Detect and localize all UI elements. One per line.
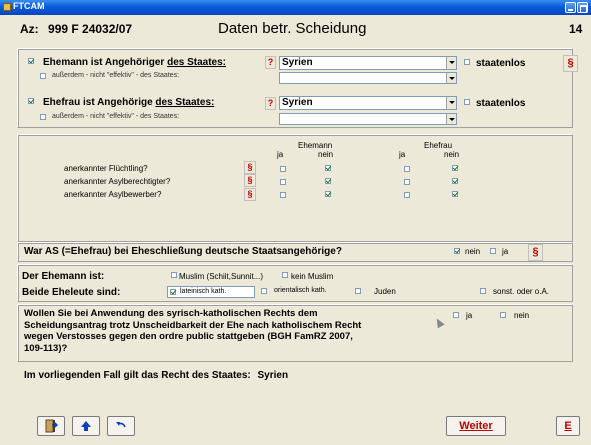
latin-catholic-checkbox[interactable]	[170, 289, 176, 295]
status-row-label: anerkannter Asylbewerber?	[64, 190, 162, 199]
wife-stateless-label: staatenlos	[476, 98, 526, 109]
chevron-down-icon[interactable]	[446, 73, 456, 83]
wife-nationality-value: Syrien	[282, 97, 313, 108]
latin-catholic-label: lateinisch kath.	[180, 288, 227, 295]
exit-door-icon	[45, 419, 58, 433]
wife-no-checkbox[interactable]	[452, 191, 458, 197]
muslim-label: Muslim (Schiit,Sunnit...)	[179, 272, 264, 281]
husband-extra-label: außerdem - nicht "effektiv" - des Staate…	[52, 72, 180, 79]
end-button-label: E	[564, 420, 572, 432]
husband-extra-combo[interactable]	[279, 72, 457, 84]
german-no-checkbox[interactable]	[454, 248, 460, 254]
status-row-label: anerkannter Flüchtling?	[64, 164, 148, 173]
husband-help-button[interactable]: ?	[265, 56, 276, 69]
husband-no-checkbox[interactable]	[325, 191, 331, 197]
husband-stateless-checkbox[interactable]	[464, 59, 470, 65]
husband-yes-checkbox[interactable]	[280, 166, 286, 172]
app-icon	[3, 3, 11, 11]
chevron-down-icon[interactable]	[446, 114, 456, 124]
next-button[interactable]: Weiter	[446, 416, 506, 436]
husband-yes-checkbox[interactable]	[280, 192, 286, 198]
chevron-down-icon[interactable]	[446, 97, 456, 109]
applicable-law: Im vorliegenden Fall gilt das Recht des …	[24, 370, 289, 381]
case-number: Az: 999 F 24032/07	[20, 22, 132, 36]
end-button[interactable]: E	[556, 416, 580, 436]
not-muslim-checkbox[interactable]	[282, 272, 288, 278]
jewish-checkbox[interactable]	[355, 288, 361, 294]
german-yes-checkbox[interactable]	[490, 248, 496, 254]
page-title: Daten betr. Scheidung	[218, 20, 367, 37]
both-religion-label: Beide Eheleute sind:	[22, 287, 121, 298]
wife-checkbox[interactable]	[28, 98, 34, 104]
page-number: 14	[569, 22, 583, 36]
refugee-status-panel	[17, 134, 573, 242]
wife-stateless-checkbox[interactable]	[464, 99, 470, 105]
other-religion-checkbox[interactable]	[480, 288, 486, 294]
jewish-label: Juden	[374, 287, 396, 296]
undo-icon	[116, 422, 126, 428]
minimize-button[interactable]	[565, 2, 576, 13]
paragraph-icon[interactable]: §	[528, 244, 543, 261]
wife-no-checkbox[interactable]	[452, 165, 458, 171]
ordre-public-yes-label: ja	[466, 311, 473, 320]
arrow-up-icon	[81, 421, 91, 431]
ordre-public-no-label: nein	[514, 311, 530, 320]
husband-no-checkbox[interactable]	[325, 178, 331, 184]
latin-catholic-option[interactable]: lateinisch kath.	[167, 286, 255, 298]
oriental-catholic-label: orientalisch kath.	[274, 287, 327, 294]
chevron-down-icon[interactable]	[446, 57, 456, 69]
oriental-catholic-checkbox[interactable]	[261, 288, 267, 294]
muslim-checkbox[interactable]	[171, 272, 177, 278]
col-header-wife: Ehefrau	[424, 141, 453, 150]
wife-nationality-combo[interactable]: Syrien	[279, 96, 457, 110]
paragraph-icon[interactable]: §	[563, 55, 578, 72]
paragraph-icon[interactable]: §	[244, 161, 256, 174]
husband-nationality-value: Syrien	[282, 57, 313, 68]
col-husband-yes: ja	[277, 150, 284, 159]
husband-yes-checkbox[interactable]	[280, 179, 286, 185]
husband-extra-checkbox[interactable]	[40, 73, 46, 79]
husband-nationality-label: Ehemann ist Angehöriger des Staates:	[43, 57, 227, 68]
paragraph-icon[interactable]: §	[244, 188, 256, 201]
husband-religion-label: Der Ehemann ist:	[22, 271, 105, 282]
german-yes-label: ja	[502, 247, 509, 256]
ordre-public-no-checkbox[interactable]	[500, 312, 506, 318]
wife-help-button[interactable]: ?	[265, 97, 276, 110]
husband-no-checkbox[interactable]	[325, 165, 331, 171]
wife-extra-checkbox[interactable]	[40, 114, 46, 120]
undo-button[interactable]	[107, 416, 135, 436]
not-muslim-label: kein Muslim	[291, 272, 334, 281]
application-window: FTCAM Az: 999 F 24032/07 Daten betr. Sch…	[0, 0, 591, 445]
col-husband-no: nein	[318, 150, 334, 159]
wife-no-checkbox[interactable]	[452, 178, 458, 184]
husband-stateless-label: staatenlos	[476, 58, 526, 69]
german-question: War AS (=Ehefrau) bei Eheschließung deut…	[24, 246, 342, 257]
ordre-public-yes-checkbox[interactable]	[453, 312, 459, 318]
husband-nationality-combo[interactable]: Syrien	[279, 56, 457, 70]
maximize-button[interactable]	[577, 2, 588, 13]
german-no-label: nein	[465, 247, 481, 256]
window-title: FTCAM	[13, 1, 45, 11]
wife-yes-checkbox[interactable]	[404, 166, 410, 172]
title-bar: FTCAM	[0, 0, 591, 15]
paragraph-icon[interactable]: §	[244, 174, 256, 187]
col-header-husband: Ehemann	[298, 141, 333, 150]
husband-checkbox[interactable]	[28, 58, 34, 64]
wife-extra-combo[interactable]	[279, 113, 457, 125]
col-wife-no: nein	[444, 150, 460, 159]
next-button-label: Weiter	[459, 420, 493, 432]
col-wife-yes: ja	[399, 150, 406, 159]
applicable-law-value: Syrien	[257, 370, 289, 381]
ordre-public-question: Wollen Sie bei Anwendung des syrisch-kat…	[24, 308, 362, 354]
exit-button[interactable]	[37, 416, 65, 436]
case-number-label: Az:	[20, 22, 39, 36]
wife-nationality-label: Ehefrau ist Angehörige des Staates:	[43, 97, 215, 108]
status-row-label: anerkannter Asylberechtigter?	[64, 177, 171, 186]
case-number-value: 999 F 24032/07	[48, 22, 133, 36]
wife-yes-checkbox[interactable]	[404, 179, 410, 185]
up-button[interactable]	[72, 416, 100, 436]
wife-extra-label: außerdem - nicht "effektiv" - des Staate…	[52, 113, 180, 120]
other-religion-label: sonst. oder o.A.	[493, 287, 550, 296]
wife-yes-checkbox[interactable]	[404, 192, 410, 198]
